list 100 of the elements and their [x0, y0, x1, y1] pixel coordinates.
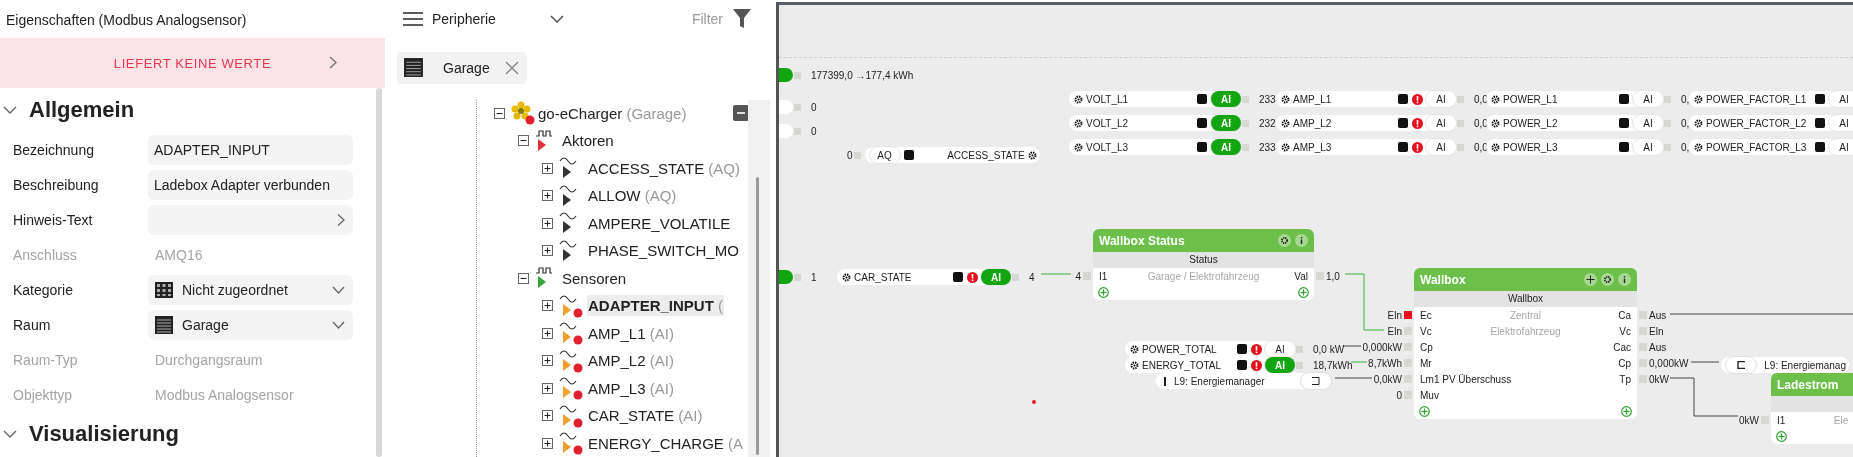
tree-toggle[interactable]	[542, 437, 553, 449]
info-icon[interactable]	[1295, 234, 1308, 247]
add-input-icon[interactable]	[1098, 286, 1109, 298]
settings-icon[interactable]	[1281, 118, 1290, 128]
logic-canvas[interactable]	[776, 2, 1853, 457]
settings-icon[interactable]	[1491, 142, 1500, 152]
tree-toggle[interactable]	[518, 135, 529, 147]
tree-toggle[interactable]	[542, 382, 553, 394]
input-object[interactable]: AMP_L3 AI	[1276, 139, 1456, 155]
tree-toggle[interactable]	[542, 300, 553, 312]
scrollbar[interactable]	[756, 176, 759, 455]
settings-icon[interactable]	[1278, 234, 1291, 247]
input-object[interactable]: POWER_FACTOR_L3 AI	[1689, 139, 1853, 155]
input-object[interactable]: POWER_L3 AI	[1486, 139, 1663, 155]
tree-item[interactable]: AMPERE_VOLATILE	[587, 212, 732, 234]
tree-toggle[interactable]	[542, 245, 553, 257]
input-field[interactable]	[148, 204, 353, 235]
input-connector[interactable]	[1761, 416, 1769, 424]
settings-icon[interactable]	[1491, 94, 1500, 104]
tree-toggle[interactable]	[542, 410, 553, 422]
input-field[interactable]: Ladebox Adapter verbunden	[148, 169, 353, 200]
input-object[interactable]: VOLT_L3 AI	[1069, 139, 1241, 155]
add-output-icon[interactable]	[1298, 286, 1309, 298]
reference-object[interactable]: L9: Energiemanag	[1721, 357, 1849, 373]
tree-item[interactable]: AMP_L2 (AI)	[587, 350, 675, 372]
move-icon[interactable]	[1584, 273, 1597, 286]
tree-toggle[interactable]	[542, 355, 553, 367]
scrollbar[interactable]	[376, 88, 382, 457]
reference-object[interactable]: L9: Energiemanager	[1156, 373, 1331, 389]
select-field[interactable]: Nicht zugeordnet	[148, 274, 353, 305]
input-object[interactable]: POWER_L1 AI	[1486, 91, 1663, 107]
input-stub[interactable]	[779, 124, 793, 138]
input-connector[interactable]	[1404, 311, 1412, 319]
input-connector[interactable]	[1404, 327, 1412, 335]
filter-icon[interactable]	[733, 9, 751, 30]
filter-chip[interactable]: Garage	[397, 51, 527, 84]
type-icon	[1619, 94, 1629, 104]
tree-toggle[interactable]	[542, 327, 553, 339]
settings-icon[interactable]	[1601, 273, 1614, 286]
input-object[interactable]: POWER_TOTAL AI	[1125, 341, 1295, 357]
input-connector[interactable]	[1404, 391, 1412, 399]
input-object[interactable]: VOLT_L2 AI	[1069, 115, 1241, 131]
tree-toggle[interactable]	[494, 107, 505, 119]
settings-icon[interactable]	[1074, 94, 1083, 104]
settings-icon[interactable]	[1694, 142, 1703, 152]
close-icon[interactable]	[505, 60, 519, 75]
view-selector[interactable]: Peripherie	[432, 11, 550, 28]
input-object[interactable]: VOLT_L1 AI	[1069, 91, 1241, 107]
add-output-icon[interactable]	[1621, 405, 1632, 417]
input-object[interactable]: AMP_L2 AI	[1276, 115, 1456, 131]
input-connector[interactable]	[1404, 375, 1412, 383]
input-stub[interactable]	[779, 270, 793, 284]
add-input-icon[interactable]	[1419, 405, 1430, 417]
tree-item[interactable]: ALLOW (AQ)	[587, 185, 678, 207]
info-icon[interactable]	[1618, 273, 1631, 286]
grid-icon	[154, 279, 174, 300]
input-stub[interactable]	[779, 68, 793, 82]
select-field[interactable]: Garage	[148, 309, 353, 340]
tree-item[interactable]: AMP_L1 (AI)	[587, 322, 675, 344]
input-connector[interactable]	[1404, 343, 1412, 351]
input-connector[interactable]	[1083, 272, 1091, 280]
input-object[interactable]: POWER_FACTOR_L2 AI	[1689, 115, 1853, 131]
settings-icon[interactable]	[1281, 94, 1290, 104]
input-object[interactable]: POWER_L2 AI	[1486, 115, 1663, 131]
tree-toggle[interactable]	[542, 217, 553, 229]
input-label: Muv	[1420, 389, 1439, 401]
menu-icon[interactable]	[403, 12, 423, 27]
section-header[interactable]: Visualisierung	[0, 412, 372, 456]
tree-item[interactable]: ACCESS_STATE (AQ)	[587, 157, 741, 179]
tree-toggle[interactable]	[542, 162, 553, 174]
tree-item[interactable]: CAR_STATE (AI)	[587, 405, 704, 427]
settings-icon[interactable]	[1694, 94, 1703, 104]
tree-item[interactable]: AMP_L3 (AI)	[587, 377, 675, 399]
tree-item[interactable]: ENERGY_CHARGE (A	[587, 432, 745, 454]
tree-toggle[interactable]	[518, 272, 529, 284]
tree-item[interactable]: go-eCharger (Garage)	[537, 102, 688, 124]
input-object[interactable]: AMP_L1 AI	[1276, 91, 1456, 107]
tree-item[interactable]: Sensoren	[561, 267, 628, 289]
settings-icon[interactable]	[1281, 142, 1290, 152]
settings-icon[interactable]	[842, 272, 851, 282]
input-object[interactable]: ENERGY_TOTAL AI	[1125, 357, 1295, 373]
output-object[interactable]: AQ ACCESS_STATE	[864, 147, 1040, 163]
add-input-icon[interactable]	[1776, 430, 1787, 442]
collapse-button[interactable]	[733, 105, 749, 122]
tree-item[interactable]: PHASE_SWITCH_MO	[587, 240, 740, 262]
section-header[interactable]: Allgemein	[0, 88, 372, 132]
input-stub[interactable]	[779, 100, 793, 114]
settings-icon[interactable]	[1074, 142, 1083, 152]
settings-icon[interactable]	[1491, 118, 1500, 128]
settings-icon[interactable]	[1074, 118, 1083, 128]
input-connector[interactable]	[1404, 359, 1412, 367]
tree-toggle[interactable]	[542, 190, 553, 202]
input-object[interactable]: CAR_STATE AI	[837, 269, 1011, 285]
input-field[interactable]: ADAPTER_INPUT	[148, 134, 353, 165]
settings-icon[interactable]	[1027, 150, 1037, 160]
tree-item[interactable]: Aktoren	[561, 130, 615, 152]
chevron-down-icon[interactable]	[550, 15, 564, 24]
tree-item[interactable]: ADAPTER_INPUT (	[587, 295, 725, 317]
settings-icon[interactable]	[1694, 118, 1703, 128]
input-object[interactable]: POWER_FACTOR_L1 AI	[1689, 91, 1853, 107]
